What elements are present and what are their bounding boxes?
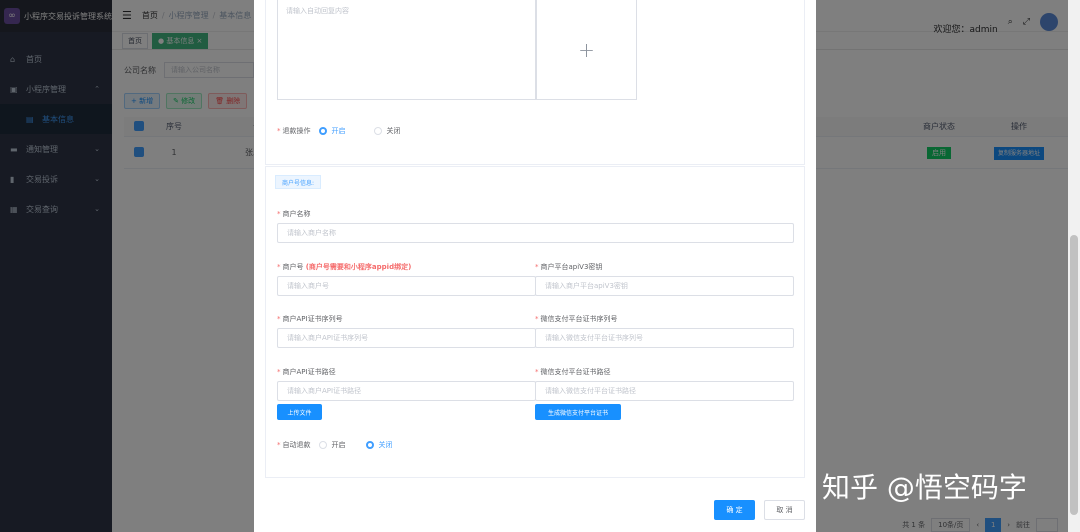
- cancel-button[interactable]: 取 消: [764, 500, 805, 520]
- refund-label: 退款操作: [282, 127, 311, 135]
- api-serial-label: * 商户API证书序列号: [277, 315, 343, 323]
- refund-close-radio[interactable]: 关闭: [373, 126, 401, 136]
- confirm-button[interactable]: 确 定: [714, 500, 755, 520]
- wx-path-label: * 微信支付平台证书路径: [535, 368, 611, 376]
- auto-refund-radio-group: * 自动退款 开启 关闭: [277, 440, 393, 450]
- auto-refund-label: 自动退款: [282, 441, 311, 449]
- api-serial-input[interactable]: 请输入商户API证书序列号: [277, 328, 536, 348]
- reply-card: 请输入自动回复内容 + * 退款操作 开启 关闭: [265, 0, 805, 165]
- wx-serial-input[interactable]: 请输入微信支付平台证书序列号: [535, 328, 794, 348]
- watermark: 知乎 @悟空码字: [822, 471, 1027, 504]
- merchant-name-input[interactable]: 请输入商户名称: [277, 223, 794, 243]
- auto-refund-close-radio[interactable]: 关闭: [365, 440, 393, 450]
- wx-path-input[interactable]: 请输入微信支付平台证书路径: [535, 381, 794, 401]
- edit-dialog: 请输入自动回复内容 + * 退款操作 开启 关闭 商户号信息: * 商户名称 请输入…: [254, 0, 816, 532]
- wx-serial-label: * 微信支付平台证书序列号: [535, 315, 618, 323]
- apiv3-key-input[interactable]: 请输入商户平台apiV3密钥: [535, 276, 794, 296]
- section-title: 商户号信息:: [275, 175, 322, 189]
- auto-refund-open-radio[interactable]: 开启: [318, 440, 346, 450]
- refund-radio-group: * 退款操作 开启 关闭: [277, 126, 401, 136]
- scrollbar-thumb[interactable]: [1070, 235, 1078, 515]
- scrollbar[interactable]: [1068, 0, 1080, 532]
- merchant-name-label: * 商户名称: [277, 210, 311, 218]
- merchant-no-label: * 商户号 (商户号需要和小程序appid绑定): [277, 263, 412, 271]
- apiv3-key-label: * 商户平台apiV3密钥: [535, 263, 603, 271]
- generate-cert-button[interactable]: 生成微信支付平台证书: [535, 404, 621, 420]
- plus-icon: +: [578, 37, 595, 62]
- api-path-label: * 商户API证书路径: [277, 368, 336, 376]
- upload-file-button[interactable]: 上传文件: [277, 404, 322, 420]
- merchant-no-input[interactable]: 请输入商户号: [277, 276, 536, 296]
- auto-reply-textarea[interactable]: 请输入自动回复内容: [277, 0, 536, 100]
- refund-open-radio[interactable]: 开启: [318, 126, 346, 136]
- image-upload[interactable]: +: [536, 0, 637, 100]
- merchant-card: 商户号信息: * 商户名称 请输入商户名称 * 商户号 (商户号需要和小程序appi…: [265, 166, 805, 478]
- api-path-input[interactable]: 请输入商户API证书路径: [277, 381, 536, 401]
